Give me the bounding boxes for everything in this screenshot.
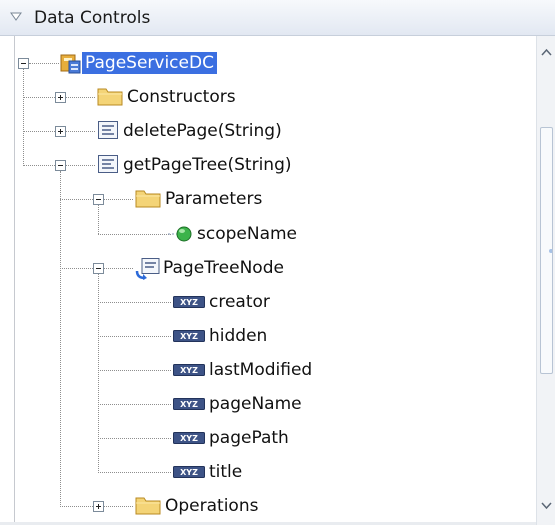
tree-node[interactable]: XYZ pagePath <box>15 425 535 451</box>
attribute-icon: XYZ <box>173 396 205 417</box>
tree-node-label[interactable]: scopeName <box>197 223 297 245</box>
return-collection-icon <box>135 257 161 286</box>
tree-node-label[interactable]: pageName <box>209 393 302 415</box>
vertical-scrollbar[interactable] <box>536 36 555 525</box>
tree-node[interactable]: XYZ hidden <box>15 323 535 349</box>
folder-icon <box>135 495 161 520</box>
data-control-icon <box>60 52 84 79</box>
tree-connector <box>98 472 171 474</box>
tree-node-label[interactable]: Parameters <box>165 188 262 210</box>
tree-connector <box>98 438 171 440</box>
scrollbar-thumb[interactable] <box>540 127 553 374</box>
tree-node-label[interactable]: PageTreeNode <box>163 257 284 279</box>
attribute-icon: XYZ <box>173 430 205 451</box>
expand-plus-icon[interactable] <box>93 501 104 513</box>
collapse-triangle-icon[interactable] <box>10 12 22 21</box>
attribute-icon: XYZ <box>173 328 205 349</box>
expand-plus-icon[interactable] <box>55 92 66 104</box>
collapse-minus-icon[interactable] <box>55 160 66 172</box>
scrollbar-grip-icon <box>549 248 552 253</box>
tree-node[interactable]: XYZ pageName <box>15 391 535 417</box>
attribute-icon: XYZ <box>173 464 205 485</box>
tree-node-label[interactable]: deletePage(String) <box>123 120 282 142</box>
method-icon <box>97 154 119 179</box>
tree-connector <box>98 233 171 235</box>
expand-plus-icon[interactable] <box>55 126 66 138</box>
tree-node-label[interactable]: pagePath <box>209 427 289 449</box>
method-icon <box>97 120 119 145</box>
svg-text:XYZ: XYZ <box>180 400 198 409</box>
tree-connector <box>98 369 171 371</box>
panel-title: Data Controls <box>34 8 151 28</box>
scroll-down-arrow-icon[interactable] <box>541 502 552 510</box>
scroll-up-arrow-icon[interactable] <box>541 48 552 56</box>
tree-node[interactable]: XYZ creator <box>15 289 535 315</box>
parameter-icon <box>167 223 193 250</box>
tree-connector <box>29 63 59 64</box>
data-controls-panel: Data Controls PageServiceDC Constructors d… <box>0 0 555 525</box>
svg-text:XYZ: XYZ <box>180 468 198 477</box>
tree-connector <box>98 335 171 337</box>
tree-node-label[interactable]: PageServiceDC <box>82 52 217 74</box>
tree-node-label[interactable]: title <box>209 461 242 483</box>
svg-text:XYZ: XYZ <box>180 366 198 375</box>
collapse-minus-icon[interactable] <box>93 194 104 206</box>
tree-node[interactable]: PageTreeNode <box>15 255 535 281</box>
tree-node[interactable]: PageServiceDC <box>15 50 535 76</box>
tree-node[interactable]: XYZ lastModified <box>15 357 535 383</box>
svg-text:XYZ: XYZ <box>180 298 198 307</box>
svg-text:XYZ: XYZ <box>180 434 198 443</box>
tree-node[interactable]: deletePage(String) <box>15 118 535 144</box>
collapse-minus-icon[interactable] <box>18 58 29 69</box>
attribute-icon: XYZ <box>173 294 205 315</box>
tree-node[interactable]: Parameters <box>15 186 535 212</box>
tree-node-label[interactable]: Constructors <box>127 86 236 108</box>
tree-node[interactable]: Constructors <box>15 84 535 110</box>
data-controls-tree[interactable]: PageServiceDC Constructors deletePage(Stri… <box>14 36 537 522</box>
tree-connector <box>98 404 171 405</box>
tree-node-label[interactable]: lastModified <box>209 359 312 381</box>
collapse-minus-icon[interactable] <box>93 262 104 274</box>
tree-node[interactable]: Operations <box>15 493 535 519</box>
tree-node[interactable]: scopeName <box>15 221 535 247</box>
tree-node-label[interactable]: Operations <box>165 495 258 517</box>
tree-node[interactable]: XYZ title <box>15 459 535 485</box>
tree-node-label[interactable]: hidden <box>209 325 267 347</box>
svg-text:XYZ: XYZ <box>180 332 198 341</box>
tree-node-label[interactable]: getPageTree(String) <box>123 154 292 176</box>
folder-icon <box>97 86 123 111</box>
tree-node[interactable]: getPageTree(String) <box>15 152 535 178</box>
tree-connector <box>98 301 171 303</box>
folder-icon <box>135 188 161 213</box>
tree-node-label[interactable]: creator <box>209 291 270 313</box>
panel-header[interactable]: Data Controls <box>0 0 555 36</box>
attribute-icon: XYZ <box>173 362 205 383</box>
